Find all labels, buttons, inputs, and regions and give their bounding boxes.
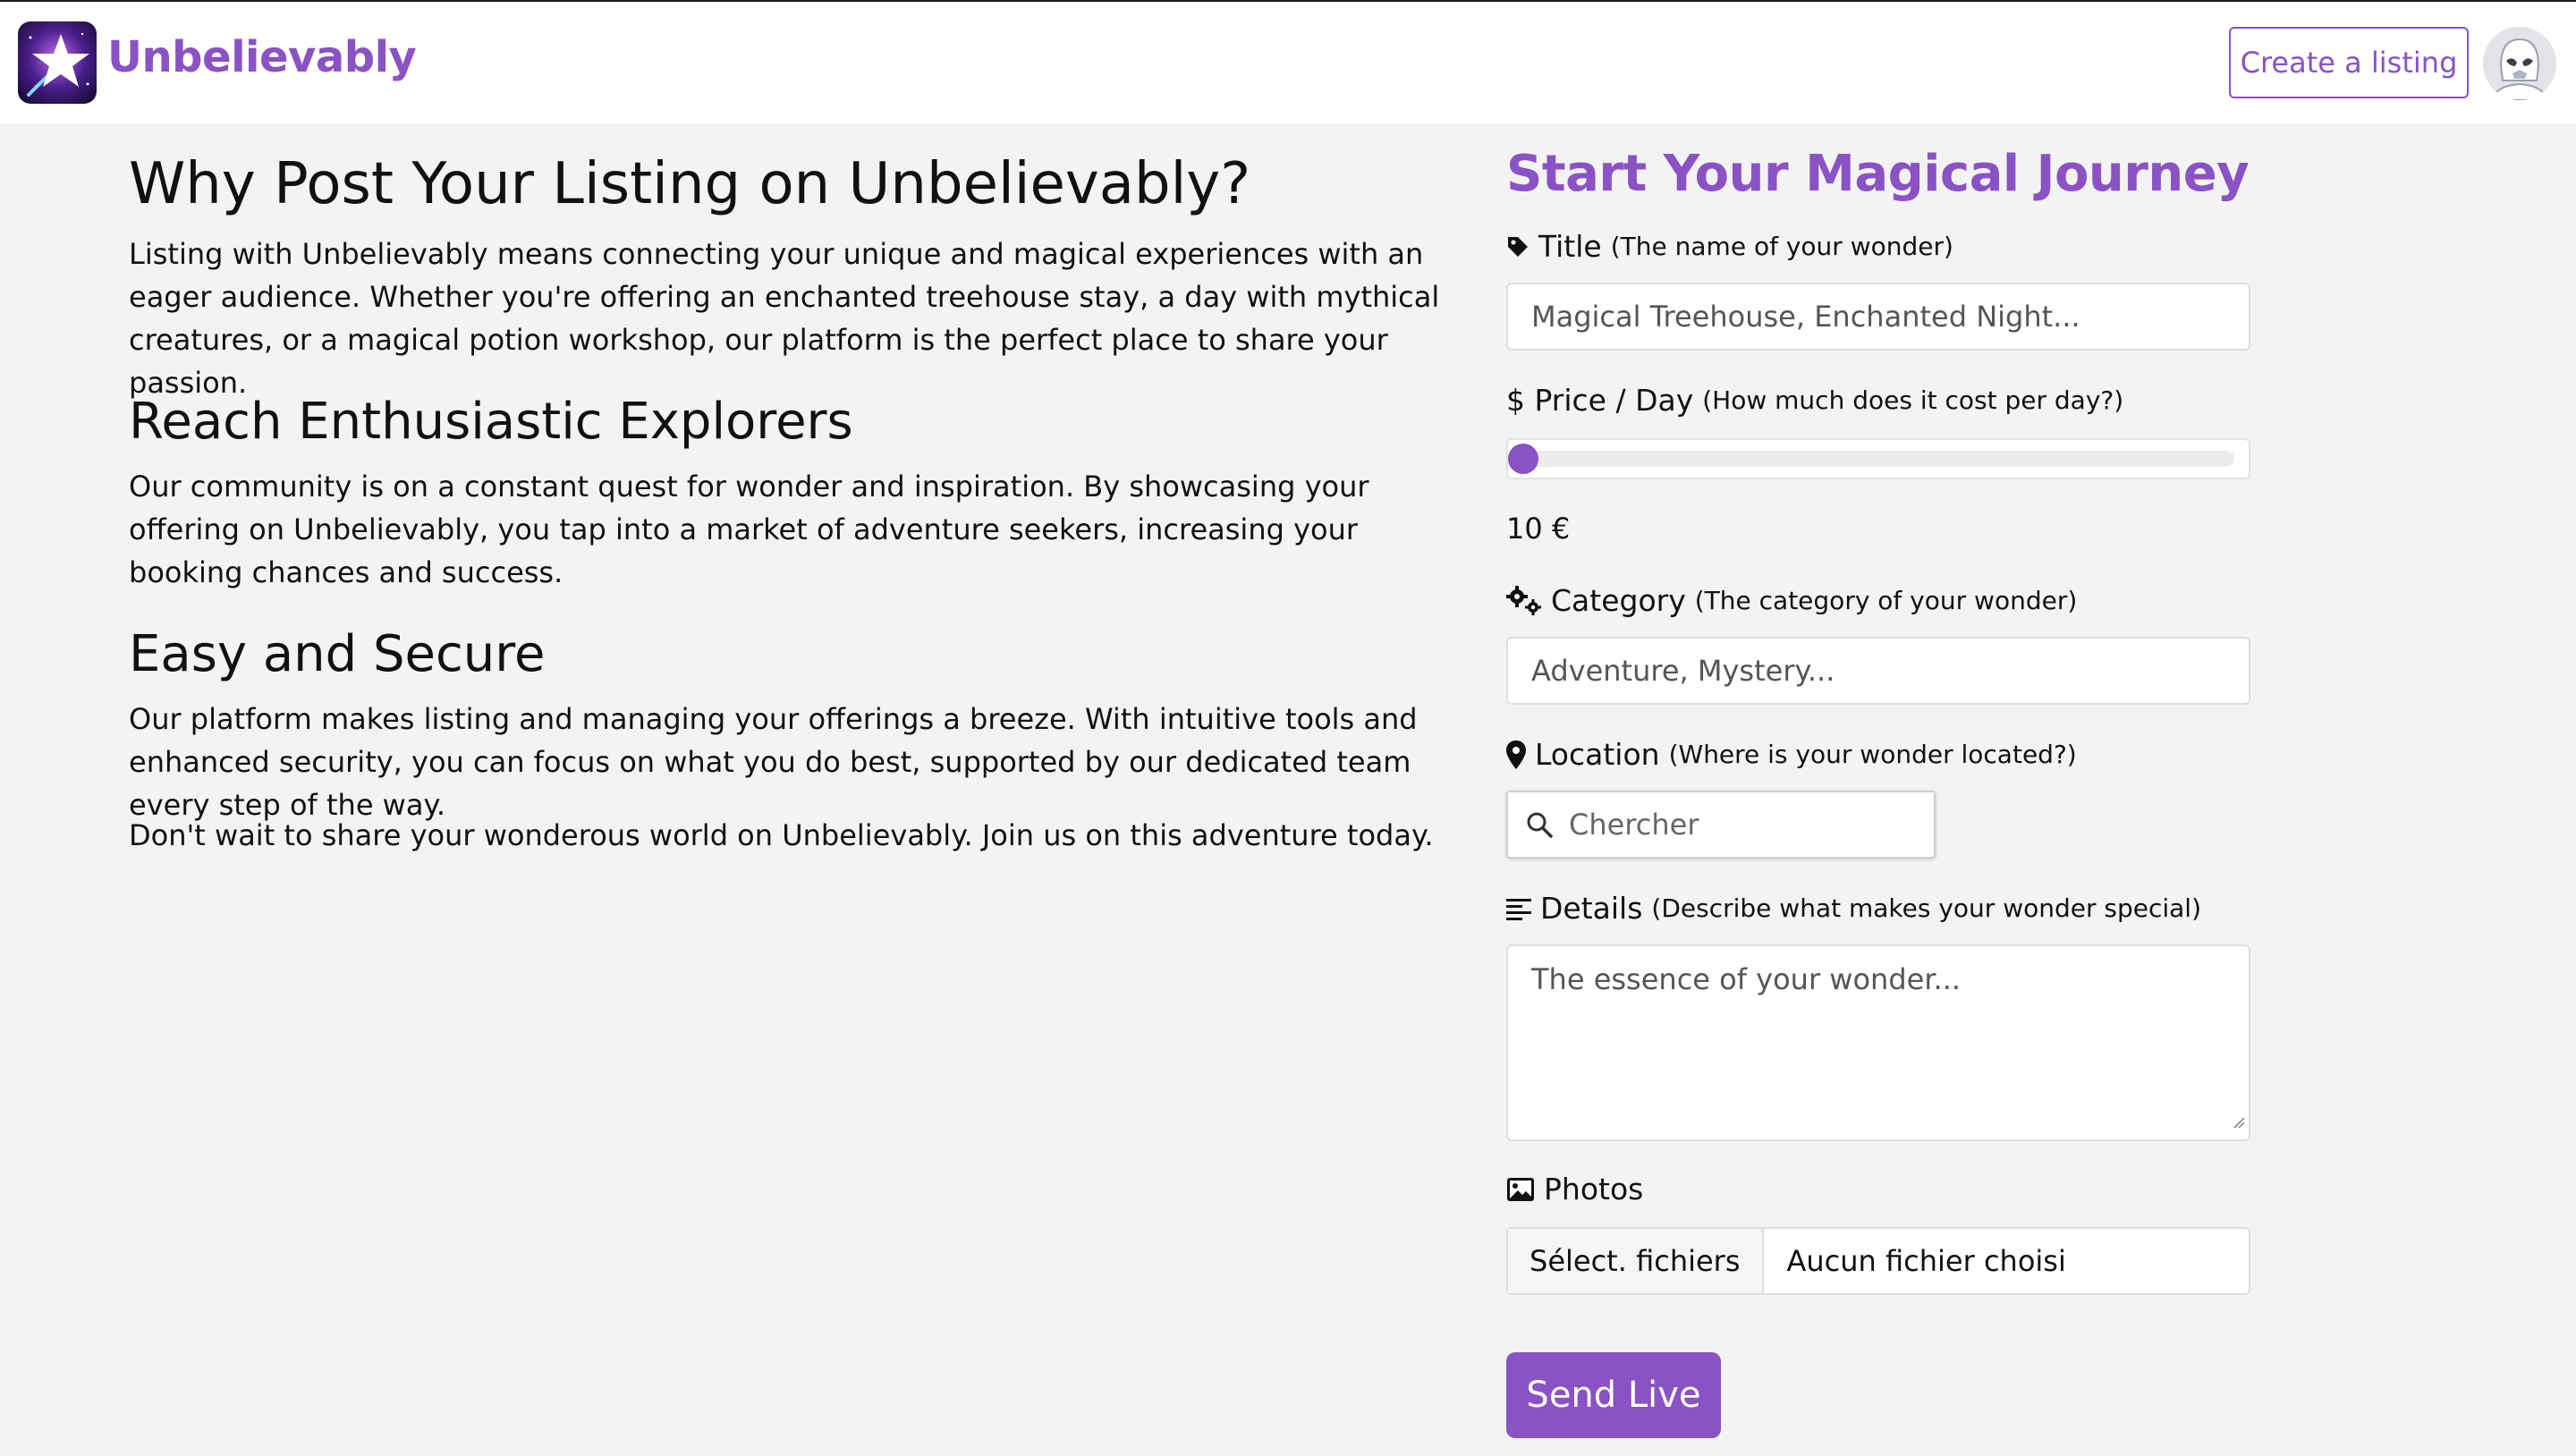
map-pin-icon	[1506, 740, 1526, 769]
category-input[interactable]: Adventure, Mystery...	[1506, 637, 2250, 705]
location-label-text: Location	[1535, 737, 1660, 772]
price-label-text: $ Price / Day	[1506, 383, 1694, 418]
photos-label: Photos	[1506, 1172, 1643, 1206]
category-hint: (The category of your wonder)	[1694, 586, 2078, 615]
location-label: Location (Where is your wonder located?)	[1506, 737, 2077, 772]
form-heading: Start Your Magical Journey	[1506, 145, 2250, 203]
search-icon	[1526, 811, 1553, 838]
resize-handle-icon[interactable]	[2233, 1102, 2245, 1136]
section-text-secure: Our platform makes listing and managing …	[129, 702, 1418, 822]
tag-icon	[1506, 235, 1530, 258]
closing-text: Don't wait to share your wonderous world…	[129, 818, 1434, 852]
send-live-button[interactable]: Send Live	[1506, 1352, 1721, 1438]
price-slider-rail	[1522, 451, 2234, 467]
details-label-text: Details	[1540, 891, 1643, 926]
category-placeholder: Adventure, Mystery...	[1531, 654, 1835, 688]
align-left-icon	[1506, 897, 1531, 920]
price-label: $ Price / Day (How much does it cost per…	[1506, 383, 2123, 418]
info-section: Why Post Your Listing on Unbelievably? L…	[129, 147, 1449, 852]
details-placeholder: The essence of your wonder...	[1531, 962, 1962, 996]
photos-file-input[interactable]: Sélect. fichiers Aucun fichier choisi	[1506, 1227, 2250, 1295]
brand-name[interactable]: Unbelievably	[107, 32, 417, 82]
price-slider[interactable]	[1506, 438, 2250, 479]
title-placeholder: Magical Treehouse, Enchanted Night...	[1531, 300, 2080, 334]
select-files-button[interactable]: Sélect. fichiers	[1508, 1229, 1764, 1293]
details-label: Details (Describe what makes your wonder…	[1506, 891, 2201, 926]
file-status: Aucun fichier choisi	[1786, 1244, 2066, 1278]
details-hint: (Describe what makes your wonder special…	[1651, 893, 2202, 923]
stormtrooper-avatar-icon[interactable]	[2483, 27, 2556, 100]
category-label: Category (The category of your wonder)	[1506, 583, 2077, 618]
details-textarea[interactable]: The essence of your wonder...	[1506, 944, 2250, 1141]
create-listing-button[interactable]: Create a listing	[2229, 27, 2469, 98]
page-title: Why Post Your Listing on Unbelievably?	[129, 151, 1251, 217]
price-hint: (How much does it cost per day?)	[1702, 385, 2124, 415]
gears-icon	[1506, 585, 1542, 616]
price-value: 10 €	[1506, 512, 1571, 546]
search-placeholder: Chercher	[1569, 808, 1699, 842]
location-hint: (Where is your wonder located?)	[1668, 740, 2077, 769]
title-input[interactable]: Magical Treehouse, Enchanted Night...	[1506, 283, 2250, 351]
section-text-explorers: Our community is on a constant quest for…	[129, 470, 1369, 589]
category-label-text: Category	[1551, 583, 1686, 618]
price-slider-thumb[interactable]	[1508, 444, 1538, 474]
title-hint: (The name of your wonder)	[1610, 232, 1953, 261]
star-logo-icon[interactable]	[18, 21, 97, 104]
section-heading-explorers: Reach Enthusiastic Explorers	[129, 393, 853, 451]
title-label-text: Title	[1538, 229, 1602, 264]
image-icon	[1506, 1177, 1535, 1202]
title-label: Title (The name of your wonder)	[1506, 229, 1953, 264]
photos-label-text: Photos	[1544, 1172, 1644, 1206]
section-heading-secure: Easy and Secure	[129, 625, 546, 683]
top-navbar: Unbelievably Create a listing	[0, 2, 2576, 123]
location-search-input[interactable]: Chercher	[1506, 791, 1936, 859]
intro-text: Listing with Unbelievably means connecti…	[129, 237, 1440, 400]
